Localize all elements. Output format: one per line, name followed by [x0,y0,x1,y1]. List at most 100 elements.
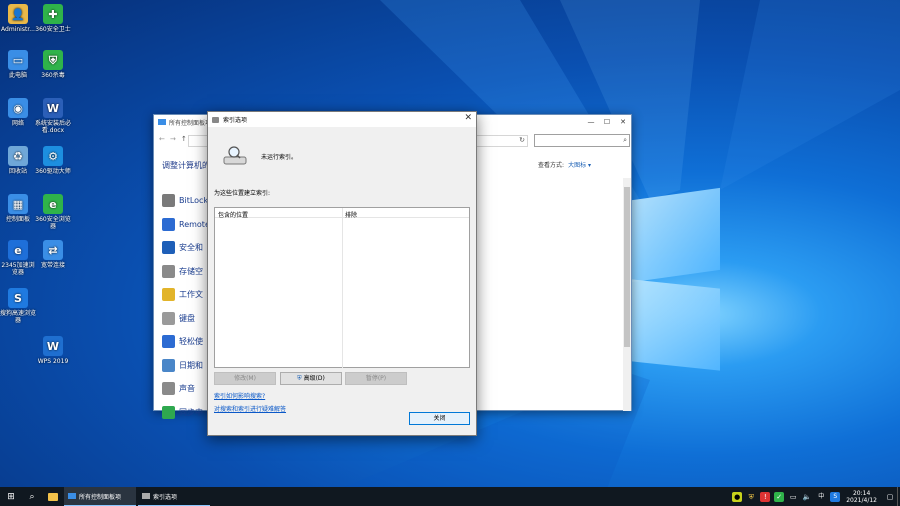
taskbar-search-button[interactable]: ⌕ [22,487,42,506]
control-panel-item[interactable]: 声音 [162,382,195,395]
desktop-icon[interactable]: ◉ 网络 [0,98,36,127]
forward-arrow-icon[interactable]: → [170,135,176,143]
desktop-icon-glyph: ▦ [8,194,28,214]
locations-list[interactable]: 包含的位置 排除 [214,207,470,368]
control-panel-item-icon [162,382,175,395]
close-dialog-button[interactable]: 关闭 [409,412,470,425]
control-panel-item-icon [162,358,175,372]
control-panel-item-icon [162,288,175,301]
dialog-close-button[interactable]: ✕ [464,113,472,123]
back-arrow-icon[interactable]: ← [159,135,165,143]
desktop-icon-glyph: ◉ [8,98,28,118]
desktop-icon-label: 回收站 [8,168,27,175]
link-index-search-effect[interactable]: 索引如何影响搜索? [214,391,265,400]
desktop-icon[interactable]: ✚ 360安全卫士 [35,4,71,33]
volume-tray-icon[interactable]: 🔈 [802,492,812,502]
indexing-options-dialog[interactable]: 索引选项 ✕ 未运行索引。 为这些位置建立索引: 包含的位置 排除 修改(M) … [207,111,477,436]
task-label: 所有控制面板项 [79,493,122,501]
search-icon: ⌕ [29,491,35,502]
control-panel-item[interactable]: Remote [162,217,210,231]
locations-label: 为这些位置建立索引: [214,190,271,197]
shield-icon: ⛨ [297,375,302,382]
column-included-locations[interactable]: 包含的位置 [215,208,342,219]
desktop-icon[interactable]: ⛨ 360杀毒 [35,50,71,79]
modify-button[interactable]: 修改(M) [214,372,276,385]
desktop-icon[interactable]: ⇄ 宽带连接 [35,240,71,269]
alert-tray-icon[interactable]: ! [760,491,771,502]
control-panel-item[interactable]: 同步中 [162,405,203,419]
advanced-button[interactable]: ⛨ 高级(D) [280,372,342,385]
desktop-icon[interactable]: 👤 Administr... [0,4,36,33]
start-button[interactable]: ⊞ [0,487,22,506]
taskbar-task-control-panel[interactable]: 所有控制面板项 [64,487,136,506]
desktop-icon[interactable]: e 360安全浏览器 [35,194,71,230]
view-label: 查看方式: [538,162,565,169]
desktop-icon[interactable]: ▭ 此电脑 [0,50,36,79]
control-panel-task-icon [68,493,76,499]
indexing-status: 未运行索引。 [261,154,298,161]
dialog-titlebar[interactable]: 索引选项 ✕ [208,112,476,127]
pause-button[interactable]: 暂停(P) [345,372,407,385]
windows-start-icon: ⊞ [7,491,15,502]
desktop-icon-glyph: e [8,240,28,260]
windows-logo-wallpaper [632,187,724,371]
control-panel-item[interactable]: 键盘 [162,311,195,325]
desktop-icon-label: 网络 [11,120,24,127]
clock[interactable]: 20:14 2021/4/12 [846,490,877,504]
view-mode: 查看方式: 大图标 ▾ [538,160,591,169]
scrollbar-thumb[interactable] [624,187,630,347]
desktop-icon-glyph: ⛨ [43,50,63,70]
ime-indicator[interactable]: 中 [816,492,826,502]
control-panel-item[interactable]: BitLock [162,194,208,207]
up-arrow-icon[interactable]: ↑ [181,135,187,143]
shield-tray-icon[interactable]: ⛨ [746,492,756,502]
desktop-icon-label: 360杀毒 [41,72,65,79]
control-panel-item-icon [162,264,175,278]
system-tray: ● ⛨ ! ✓ ▭ 🔈 中 S 20:14 2021/4/12 ▢ [730,487,900,506]
control-panel-item-label: 键盘 [179,313,195,323]
control-panel-item-label: 同步中 [179,407,203,417]
control-panel-item[interactable]: 存储空 [162,264,203,278]
desktop-icon[interactable]: e 2345加速浏览器 [0,240,36,276]
minimize-button[interactable]: — [583,115,599,129]
maximize-button[interactable]: ☐ [599,115,615,129]
network-tray-icon[interactable]: ▭ [788,492,798,502]
view-dropdown[interactable]: 大图标 ▾ [568,162,591,169]
link-troubleshoot[interactable]: 对搜索和索引进行疑难解答 [214,404,286,413]
desktop-icon[interactable]: S 搜狗高速浏览器 [0,288,36,324]
close-button[interactable]: ✕ [615,115,631,129]
taskbar-task-indexing[interactable]: 索引选项 [138,487,210,506]
column-exclude[interactable]: 排除 [342,208,360,219]
desktop-icon-glyph: ⚙ [43,146,63,166]
desktop-icon-label: 宽带连接 [40,262,65,269]
advanced-button-label: 高级(D) [303,375,325,382]
refresh-icon[interactable]: ↻ [519,136,525,144]
security-tray-icon[interactable]: ✓ [774,491,785,502]
taskbar-file-explorer[interactable] [42,487,64,506]
drive-search-icon [223,146,247,165]
desktop-icon-glyph: ⇄ [43,240,63,260]
desktop-icon[interactable]: ▦ 控制面板 [0,194,36,223]
notification-icon[interactable]: ▢ [885,492,895,502]
search-input[interactable]: ⌕ [534,134,630,147]
desktop-icon[interactable]: W WPS 2019 [35,336,71,365]
dialog-title: 索引选项 [223,117,248,124]
control-panel-item[interactable]: 日期和 [162,358,203,372]
desktop-icon[interactable]: W 系统安装后必看.docx [35,98,71,134]
control-panel-item[interactable]: 轻松使 [162,335,203,348]
desktop-icon[interactable]: ♻ 回收站 [0,146,36,175]
360-tray-icon[interactable]: ● [732,491,743,502]
control-panel-item[interactable]: 安全和 [162,241,203,254]
sogou-tray-icon[interactable]: S [830,491,841,502]
control-panel-item-label: 工作文 [179,290,203,299]
desktop-icon-glyph: S [8,288,28,308]
control-panel-item-icon [162,311,175,325]
desktop-icon-glyph: ♻ [8,146,28,166]
control-panel-item-label: BitLock [179,196,209,205]
desktop-icon[interactable]: ⚙ 360驱动大师 [35,146,71,175]
control-panel-item[interactable]: 工作文 [162,288,203,301]
desktop-icon-label: 2345加速浏览器 [1,262,35,276]
desktop-icon-label: 控制面板 [5,216,30,223]
dialog-icon [212,116,219,123]
control-panel-icon [158,119,166,125]
